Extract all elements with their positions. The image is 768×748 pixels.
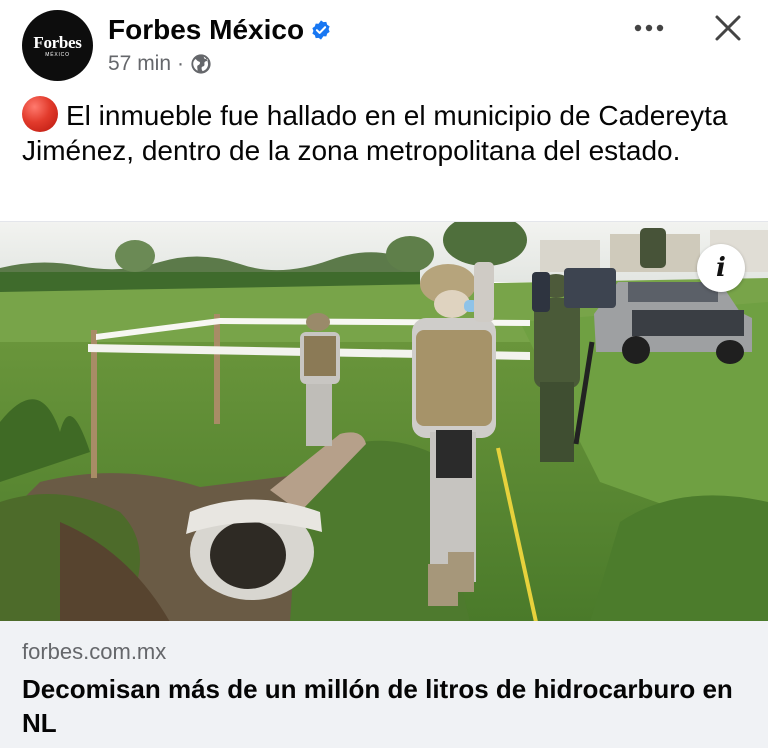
avatar-sub-text: MÉXICO <box>45 51 70 58</box>
red-circle-icon <box>22 96 58 132</box>
link-title[interactable]: Decomisan más de un millón de litros de … <box>22 672 742 740</box>
post-meta: 57 min · <box>108 50 212 78</box>
verified-badge-icon <box>312 20 330 40</box>
post-photo <box>0 222 768 622</box>
meta-separator: · <box>177 52 185 75</box>
page-name[interactable]: Forbes México <box>108 12 304 48</box>
post-body-text: El inmueble fue hallado en el municipio … <box>22 100 728 166</box>
link-domain: forbes.com.mx <box>22 639 167 664</box>
close-icon[interactable] <box>710 10 746 46</box>
more-options-button[interactable] <box>632 14 666 42</box>
avatar-brand-text: Forbes <box>33 32 82 52</box>
info-icon: i <box>716 253 726 283</box>
page-avatar[interactable]: Forbes MÉXICO <box>22 10 93 81</box>
post-header: Forbes MÉXICO Forbes México 57 min · <box>0 0 768 90</box>
ellipsis-icon <box>634 24 664 32</box>
globe-icon[interactable] <box>190 53 212 75</box>
post-text: El inmueble fue hallado en el municipio … <box>22 96 752 168</box>
info-button[interactable]: i <box>697 244 745 292</box>
post-time[interactable]: 57 min <box>108 50 171 78</box>
page-name-row: Forbes México <box>108 12 332 48</box>
post-image[interactable] <box>0 221 768 622</box>
